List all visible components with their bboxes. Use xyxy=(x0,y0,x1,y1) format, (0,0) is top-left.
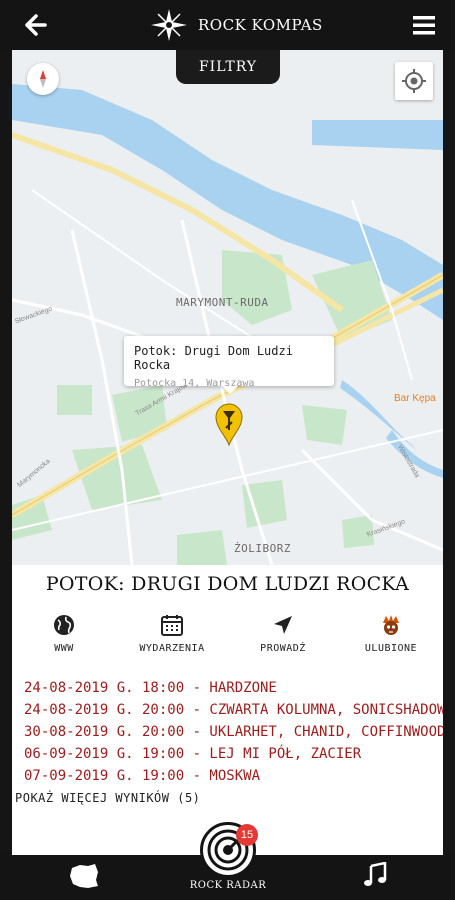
filters-button[interactable]: FILTRY xyxy=(176,50,280,84)
hamburger-menu-icon[interactable] xyxy=(411,12,437,38)
app-title: ROCK KOMPAS xyxy=(198,16,323,34)
poland-map-icon[interactable] xyxy=(68,862,100,890)
venue-marker-pin-icon[interactable] xyxy=(214,402,244,446)
calendar-icon xyxy=(161,615,183,636)
compass-needle-icon xyxy=(40,70,46,88)
my-location-button[interactable] xyxy=(395,62,433,100)
info-window-address: Potocka 14, Warszawa xyxy=(134,378,255,389)
events-label: WYDARZENIA xyxy=(139,643,205,654)
favorite-button[interactable]: ULUBIONE xyxy=(341,613,441,654)
navigate-label: PROWADŹ xyxy=(260,643,306,654)
navigate-button[interactable]: PROWADŹ xyxy=(233,613,333,654)
venue-actions: WWW WYDARZENIA PROWADŹ ULUBIONE xyxy=(12,613,443,663)
event-item[interactable]: 30-08-2019 G. 20:00 - UKLARHET, CHANID, … xyxy=(24,721,443,743)
top-bar: ROCK KOMPAS xyxy=(0,0,455,50)
www-label: WWW xyxy=(54,643,74,654)
poi-label-bar[interactable]: Bar Kępa xyxy=(394,393,436,404)
map-compass-button[interactable] xyxy=(27,63,59,95)
app-brand: ROCK KOMPAS xyxy=(150,8,323,42)
back-arrow-icon[interactable] xyxy=(22,12,48,38)
right-frame xyxy=(443,50,455,855)
map-info-window[interactable]: Potok: Drugi Dom Ludzi Rocka Potocka 14,… xyxy=(124,336,334,394)
event-item[interactable]: 06-09-2019 G. 19:00 - LEJ MI PÓŁ, ZACIER xyxy=(24,743,443,765)
venue-details-panel: POTOK: DRUGI DOM LUDZI ROCKA WWW WYDARZE… xyxy=(12,565,443,855)
crosshair-icon xyxy=(402,69,426,93)
district-label-zoliborz: ŻOLIBORZ xyxy=(234,542,291,555)
radar-label: ROCK RADAR xyxy=(189,880,267,891)
navigate-icon xyxy=(274,616,292,634)
music-note-icon[interactable] xyxy=(362,862,388,888)
events-list: 24-08-2019 G. 18:00 - HARDZONE 24-08-201… xyxy=(24,677,443,787)
favorite-label: ULUBIONE xyxy=(364,643,418,654)
www-button[interactable]: WWW xyxy=(14,613,114,654)
district-label-marymont: MARYMONT-RUDA xyxy=(176,296,269,309)
map-view[interactable]: MARYMONT-RUDA ŻOLIBORZ Bar Kępa Słowacki… xyxy=(12,50,443,565)
venue-title: POTOK: DRUGI DOM LUDZI ROCKA xyxy=(45,573,410,595)
show-more-results-link[interactable]: POKAŻ WIĘCEJ WYNIKÓW (5) xyxy=(15,791,200,805)
left-frame xyxy=(0,50,12,855)
info-window-title: Potok: Drugi Dom Ludzi Rocka xyxy=(134,344,293,372)
favorite-skull-icon xyxy=(383,615,399,635)
compass-logo-icon xyxy=(151,9,187,41)
globe-icon xyxy=(54,615,74,635)
event-item[interactable]: 24-08-2019 G. 18:00 - HARDZONE xyxy=(24,677,443,699)
radar-count-badge: 15 xyxy=(236,824,258,846)
event-item[interactable]: 07-09-2019 G. 19:00 - MOSKWA xyxy=(24,765,443,787)
event-item[interactable]: 24-08-2019 G. 20:00 - CZWARTA KOLUMNA, S… xyxy=(24,699,443,721)
events-button[interactable]: WYDARZENIA xyxy=(122,613,222,654)
